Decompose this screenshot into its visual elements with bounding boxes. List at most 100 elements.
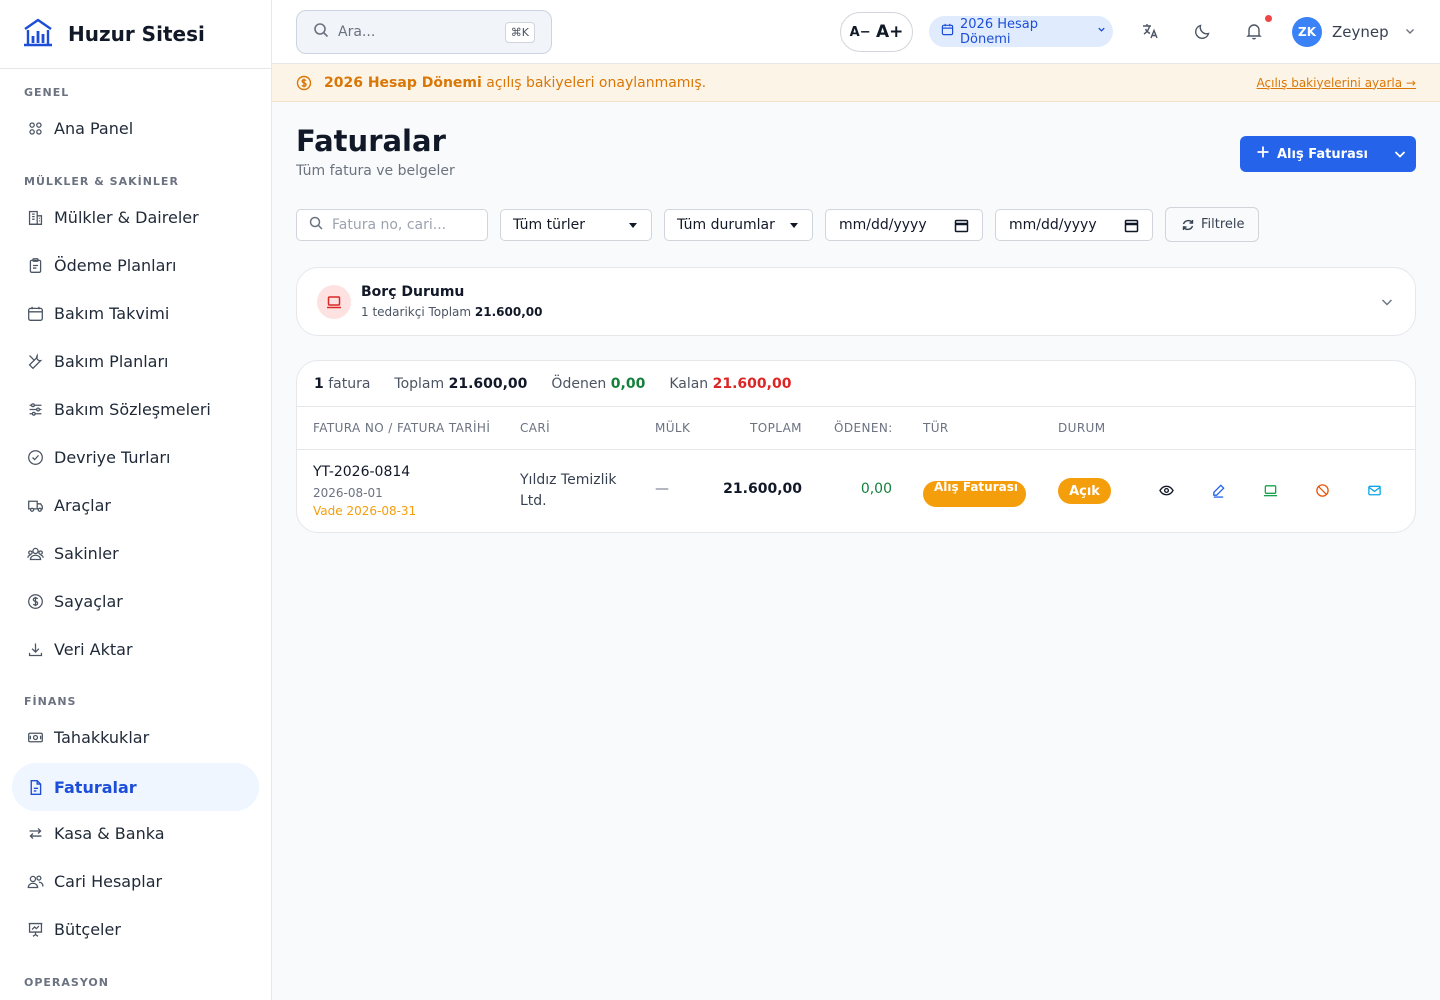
sidebar-item-tahakkuklar[interactable]: Tahakkuklar: [12, 713, 259, 761]
debt-total: 21.600,00: [474, 305, 543, 319]
global-search[interactable]: Ara... ⌘K: [296, 10, 552, 54]
date-from-value: mm/dd/yyyy: [839, 217, 927, 233]
sidebar-item-cari-hesaplar[interactable]: Cari Hesaplar: [12, 857, 259, 905]
font-larger-button[interactable]: A+: [876, 22, 903, 42]
calendar-icon[interactable]: [954, 218, 969, 233]
sidebar-item-kasa-banka[interactable]: Kasa & Banka: [12, 809, 259, 857]
sidebar-item-bakim-sozlesmeleri[interactable]: Bakım Sözleşmeleri: [12, 385, 259, 433]
user-menu[interactable]: ZK Zeynep: [1292, 17, 1417, 47]
users-icon: [25, 543, 45, 563]
summary-total: Toplam 21.600,00: [394, 376, 527, 392]
status-select[interactable]: Tüm durumlar: [664, 209, 813, 241]
search-icon: [297, 22, 329, 42]
invoice-number[interactable]: YT-2026-0814: [313, 464, 410, 480]
column-header-durum[interactable]: DURUM: [1058, 421, 1106, 435]
summary-paid: Ödenen 0,00: [551, 376, 645, 392]
sidebar-item-ana-panel[interactable]: Ana Panel: [12, 104, 259, 152]
sidebar-item-sakinler[interactable]: Sakinler: [12, 529, 259, 577]
laptop-icon: [317, 285, 351, 319]
invoice-date: 2026-08-01: [313, 486, 383, 500]
app-name: Huzur Sitesi: [68, 22, 205, 46]
opening-balance-link[interactable]: Açılış bakiyelerini ayarla →: [1257, 76, 1416, 90]
new-button-label: Alış Faturası: [1277, 146, 1368, 162]
status-badge: Açık: [1058, 478, 1111, 504]
column-header-tur[interactable]: TÜR: [923, 421, 949, 435]
calendar-icon: [25, 303, 45, 323]
sidebar-item-label: Bakım Planları: [54, 351, 169, 371]
dollar-circle-icon: [25, 591, 45, 611]
sidebar-item-araclar[interactable]: Araçlar: [12, 481, 259, 529]
invoice-summary: 1 fatura Toplam 21.600,00 Ödenen 0,00 Ka…: [297, 361, 1415, 407]
section-mulkler: MÜLKLER & SAKİNLER: [24, 175, 179, 188]
date-from-input[interactable]: mm/dd/yyyy: [825, 209, 983, 241]
table-row[interactable]: YT-2026-0814 2026-08-01 Vade 2026-08-31 …: [297, 451, 1415, 532]
sidebar-item-sayaclar[interactable]: Sayaçlar: [12, 577, 259, 625]
total-value: 21.600,00: [448, 375, 528, 392]
sidebar-item-label: Faturalar: [54, 777, 137, 797]
font-smaller-button[interactable]: A−: [850, 25, 871, 40]
debt-status-card[interactable]: Borç Durumu 1 tedarikçi Toplam 21.600,00: [296, 267, 1416, 336]
column-header-invoice[interactable]: FATURA NO / FATURA TARİHİ: [313, 421, 490, 435]
building-icon: [25, 207, 45, 227]
moon-icon[interactable]: [1194, 22, 1214, 42]
remaining-label: Kalan: [669, 375, 713, 392]
sidebar-item-label: Devriye Turları: [54, 447, 171, 467]
sidebar-item-bakim-takvimi[interactable]: Bakım Takvimi: [12, 289, 259, 337]
sidebar-item-faturalar[interactable]: Faturalar: [12, 763, 259, 811]
brand[interactable]: Huzur Sitesi: [0, 0, 271, 69]
invoice-cari: Yıldız Temizlik Ltd.: [520, 472, 617, 509]
calendar-icon: [941, 23, 960, 40]
people-icon: [25, 871, 45, 891]
filter-button-label: Filtrele: [1201, 217, 1245, 232]
filter-button[interactable]: Filtrele: [1165, 207, 1259, 242]
date-to-input[interactable]: mm/dd/yyyy: [995, 209, 1153, 241]
section-finans: FİNANS: [24, 695, 77, 708]
download-icon: [25, 639, 45, 659]
period-selector[interactable]: 2026 Hesap Dönemi: [929, 16, 1113, 47]
sidebar-item-label: Sayaçlar: [54, 591, 123, 611]
sidebar-item-veri-aktar[interactable]: Veri Aktar: [12, 625, 259, 673]
warning-banner: 2026 Hesap Dönemi açılış bakiyeleri onay…: [272, 64, 1440, 102]
sidebar-item-mulkler[interactable]: Mülkler & Daireler: [12, 193, 259, 241]
sidebar-item-devriye-turlari[interactable]: Devriye Turları: [12, 433, 259, 481]
translate-icon[interactable]: [1141, 22, 1161, 42]
paid-value: 0,00: [610, 375, 646, 392]
sidebar-item-bakim-planlari[interactable]: Bakım Planları: [12, 337, 259, 385]
sidebar-item-odeme-planlari[interactable]: Ödeme Planları: [12, 241, 259, 289]
column-header-mulk[interactable]: MÜLK: [655, 421, 690, 435]
table-header: FATURA NO / FATURA TARİHİ CARİ MÜLK TOPL…: [297, 407, 1415, 450]
bell-icon[interactable]: [1245, 22, 1265, 42]
laptop-icon[interactable]: [1263, 483, 1279, 499]
chevron-down-icon[interactable]: [1379, 294, 1395, 310]
font-size-control: A− A+: [840, 12, 913, 52]
chevron-down-icon[interactable]: [1392, 146, 1408, 162]
sidebar-item-label: Ödeme Planları: [54, 255, 177, 275]
sidebar-item-butceler[interactable]: Bütçeler: [12, 905, 259, 953]
page-title: Faturalar: [296, 124, 446, 158]
refresh-icon: [1182, 219, 1194, 230]
column-header-cari[interactable]: CARİ: [520, 421, 550, 435]
chevron-down-icon: [1389, 23, 1417, 42]
eye-icon[interactable]: [1159, 483, 1175, 499]
type-select[interactable]: Tüm türler: [500, 209, 652, 241]
invoice-search-input[interactable]: Fatura no, cari...: [296, 209, 488, 241]
column-header-odenen[interactable]: ÖDENEN:: [834, 421, 893, 435]
summary-count: 1 fatura: [314, 376, 370, 392]
mail-icon[interactable]: [1367, 483, 1383, 499]
cancel-icon[interactable]: [1315, 483, 1331, 499]
search-placeholder: Fatura no, cari...: [332, 217, 447, 233]
column-header-toplam[interactable]: TOPLAM: [750, 421, 802, 435]
chevron-down-icon: [1090, 24, 1113, 39]
edit-icon[interactable]: [1211, 483, 1227, 499]
new-purchase-invoice-button[interactable]: Alış Faturası: [1240, 136, 1416, 172]
paid-label: Ödenen: [551, 375, 611, 392]
dollar-circle-icon: [296, 75, 312, 91]
sidebar-item-label: Sakinler: [54, 543, 119, 563]
total-label: Toplam: [394, 375, 449, 392]
sliders-icon: [25, 399, 45, 419]
period-label: 2026 Hesap Dönemi: [960, 16, 1038, 47]
remaining-value: 21.600,00: [712, 375, 792, 392]
calendar-icon[interactable]: [1124, 218, 1139, 233]
banner-period: 2026 Hesap Dönemi: [324, 74, 482, 91]
sidebar-item-label: Bakım Takvimi: [54, 303, 170, 323]
